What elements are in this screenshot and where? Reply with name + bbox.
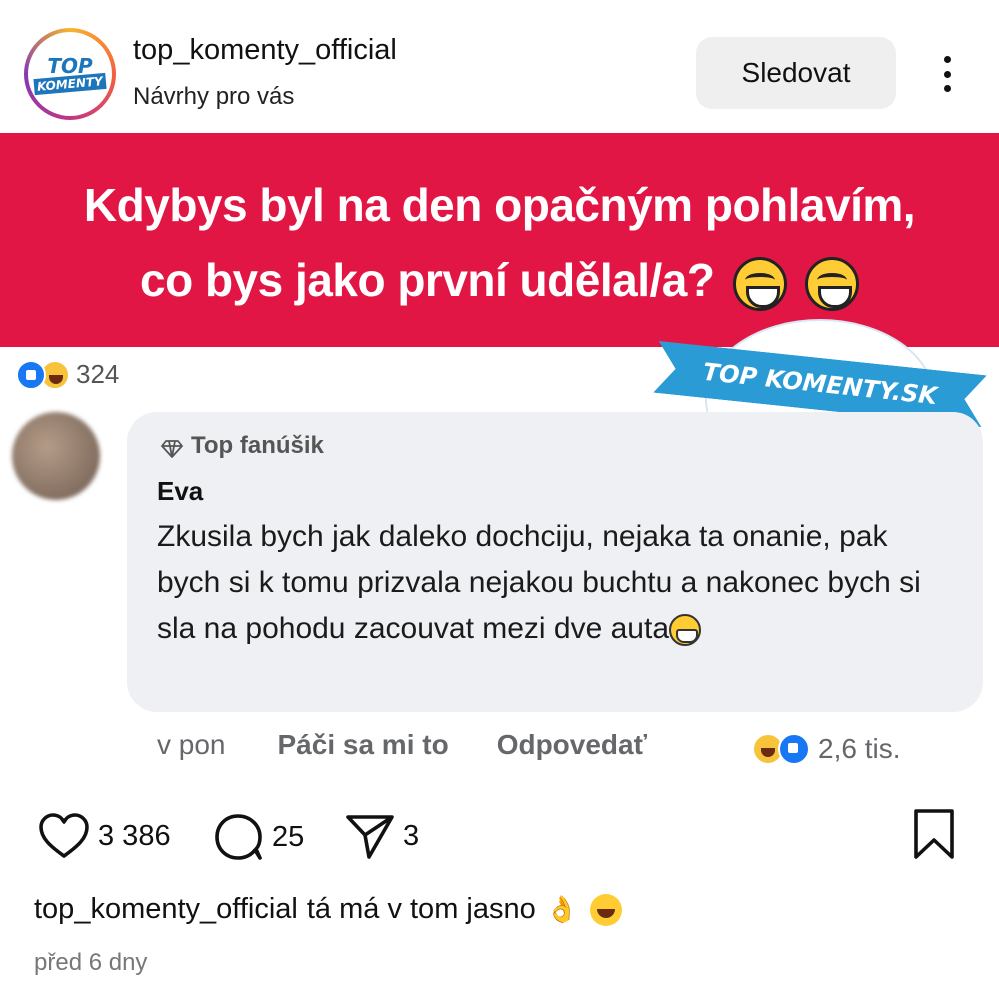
shares-count: 3 [403,819,420,852]
comment-reply-action: Odpovedať [496,729,648,760]
comment-button[interactable]: 25 [214,813,304,861]
comment-body: Zkusila bych jak daleko dochciju, nejaka… [157,520,921,645]
follow-button[interactable]: Sledovat [696,37,896,109]
comment-actions: v pon Páči sa mi to Odpovedať [157,729,647,761]
post-date: před 6 dny [34,949,148,976]
suggestion-label: Návrhy pro vás [133,83,295,110]
laughing-emoji-icon [732,256,787,311]
caption-text: tá má v tom jasno [306,893,536,925]
laughing-emoji-icon [590,893,623,926]
save-button[interactable] [912,808,956,865]
logo-top-text: TOP [47,54,93,78]
post-reactions: 324 [16,359,119,390]
caption-username[interactable]: top_komenty_official [34,893,298,926]
comment-like-action: Páči sa mi to [277,729,449,760]
post-caption: top_komenty_official tá má v tom jasno 👌 [34,893,623,926]
ok-hand-emoji-icon: 👌 [545,894,579,924]
brand-logo: TOP KOMENTY [33,38,107,110]
likes-count: 3 386 [98,819,171,852]
comment-reactions: 2,6 tis. [752,733,900,765]
top-fan-badge: Top fanúšik [161,432,324,460]
post-header: TOP KOMENTY top_komenty_official Návrhy … [0,0,999,133]
banner-line-1: Kdybys byl na den opačným pohlavím, [83,179,916,231]
commenter-avatar [12,412,100,500]
share-button[interactable]: 3 [345,813,419,859]
like-button[interactable]: 3 386 [38,813,171,859]
dot [943,70,951,78]
laughing-emoji-icon [805,256,860,311]
dot [943,85,951,92]
question-banner: Kdybys byl na den opačným pohlavím, co b… [0,133,999,347]
top-fan-label: Top fanúšik [191,432,324,459]
comment-bubble: Top fanúšik Eva Zkusila bych jak daleko … [127,412,983,712]
reactions-count: 324 [76,359,120,389]
comment-author: Eva [157,476,204,506]
share-icon [346,815,394,859]
heart-icon [39,813,89,858]
like-reaction-icon [16,359,46,390]
bookmark-icon [914,809,954,859]
comment-icon [215,814,262,860]
logo-bottom-text: KOMENTY [33,72,107,96]
banner-line-2: co bys jako první udělal/a? [0,253,999,311]
comment-text: Zkusila bych jak daleko dochciju, nejaka… [157,514,957,652]
dot [943,56,951,63]
post-action-bar: 3 386 25 3 [0,805,999,867]
avatar-frame: TOP KOMENTY [28,32,112,116]
more-options-icon[interactable] [927,50,967,98]
comment-time: v pon [157,729,226,760]
banner-line-2-text: co bys jako první udělal/a? [139,254,715,306]
grinning-emoji-icon [669,614,702,647]
diamond-icon [161,437,183,458]
comments-count: 25 [272,820,305,853]
post-image[interactable]: Kdybys byl na den opačným pohlavím, co b… [0,133,999,795]
like-reaction-icon [778,733,810,765]
profile-avatar[interactable]: TOP KOMENTY [24,28,116,120]
comment-reactions-count: 2,6 tis. [818,733,901,764]
username-link[interactable]: top_komenty_official [133,34,397,67]
